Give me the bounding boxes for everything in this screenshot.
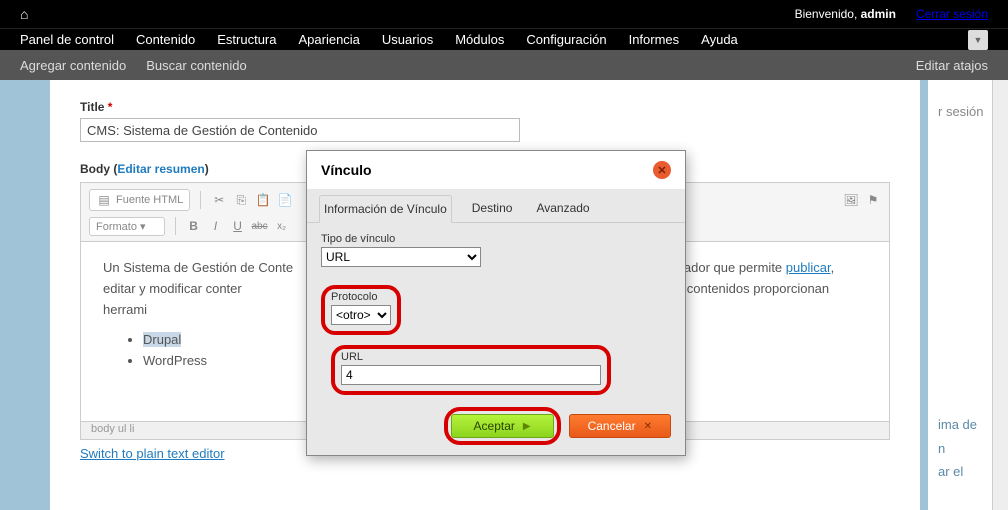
- link-type-select[interactable]: URL: [321, 247, 481, 267]
- subscript-icon[interactable]: x₂: [274, 218, 290, 234]
- paste-text-icon[interactable]: 📄: [277, 192, 293, 208]
- add-content-link[interactable]: Agregar contenido: [20, 58, 126, 73]
- title-label: Title *: [80, 100, 890, 114]
- menu-panel[interactable]: Panel de control: [20, 32, 114, 47]
- dialog-tabs: Información de Vínculo Destino Avanzado: [307, 189, 685, 223]
- dialog-body: Tipo de vínculo URL Protocolo <otro> URL…: [307, 223, 685, 455]
- home-icon[interactable]: ⌂: [20, 6, 28, 22]
- menu-users[interactable]: Usuarios: [382, 32, 433, 47]
- welcome-text: Bienvenido, admin: [795, 7, 896, 21]
- link-dialog: Vínculo ✕ Información de Vínculo Destino…: [306, 150, 686, 456]
- menu-config[interactable]: Configuración: [526, 32, 606, 47]
- accept-button[interactable]: Aceptar▶: [451, 414, 554, 438]
- source-icon: ▤: [96, 192, 112, 208]
- tab-advanced[interactable]: Avanzado: [532, 195, 593, 222]
- strike-icon[interactable]: abc: [252, 218, 268, 234]
- dialog-title: Vínculo: [321, 162, 372, 178]
- chevron-right-icon: ▶: [523, 421, 531, 432]
- scrollbar[interactable]: [992, 80, 1008, 510]
- source-button[interactable]: ▤Fuente HTML: [89, 189, 190, 211]
- format-select[interactable]: Formato ▾: [89, 217, 165, 236]
- accept-highlighted: Aceptar▶: [444, 407, 561, 445]
- italic-icon[interactable]: I: [208, 218, 224, 234]
- tab-destination[interactable]: Destino: [468, 195, 517, 222]
- menu-reports[interactable]: Informes: [629, 32, 680, 47]
- url-input[interactable]: [341, 365, 601, 385]
- title-input[interactable]: [80, 118, 520, 142]
- flag-icon[interactable]: ⚑: [865, 192, 881, 208]
- url-group-highlighted: URL: [331, 345, 611, 395]
- dialog-footer: Aceptar▶ Cancelar✕: [444, 407, 671, 445]
- bold-icon[interactable]: B: [186, 218, 202, 234]
- search-content-link[interactable]: Buscar contenido: [146, 58, 246, 73]
- menu-modules[interactable]: Módulos: [455, 32, 504, 47]
- admin-menubar: Panel de control Contenido Estructura Ap…: [0, 28, 1008, 50]
- menu-help[interactable]: Ayuda: [701, 32, 738, 47]
- close-x-icon: ✕: [644, 421, 652, 432]
- tab-link-info[interactable]: Información de Vínculo: [319, 195, 452, 223]
- menu-content[interactable]: Contenido: [136, 32, 195, 47]
- edit-shortcuts-link[interactable]: Editar atajos: [916, 58, 988, 73]
- close-icon[interactable]: ✕: [653, 161, 671, 179]
- cut-icon[interactable]: ✂: [211, 192, 227, 208]
- menu-structure[interactable]: Estructura: [217, 32, 276, 47]
- dialog-header: Vínculo ✕: [307, 151, 685, 189]
- url-label: URL: [341, 351, 601, 363]
- image-icon[interactable]: 🖼: [843, 192, 859, 208]
- menu-appearance[interactable]: Apariencia: [298, 32, 359, 47]
- logout-link[interactable]: Cerrar sesión: [916, 7, 988, 21]
- copy-icon[interactable]: ⎘: [233, 192, 249, 208]
- protocol-group-highlighted: Protocolo <otro>: [321, 285, 401, 335]
- paste-icon[interactable]: 📋: [255, 192, 271, 208]
- underline-icon[interactable]: U: [230, 218, 246, 234]
- link-type-label: Tipo de vínculo: [321, 233, 671, 245]
- protocol-select[interactable]: <otro>: [331, 305, 391, 325]
- cancel-button[interactable]: Cancelar✕: [569, 414, 671, 438]
- shortcuts-bar: Agregar contenido Buscar contenido Edita…: [0, 50, 1008, 80]
- shortcut-dropdown-icon[interactable]: ▼: [968, 30, 988, 50]
- protocol-label: Protocolo: [331, 291, 391, 303]
- edit-summary-link[interactable]: Editar resumen: [117, 162, 204, 176]
- admin-topbar: ⌂ Bienvenido, admin Cerrar sesión: [0, 0, 1008, 28]
